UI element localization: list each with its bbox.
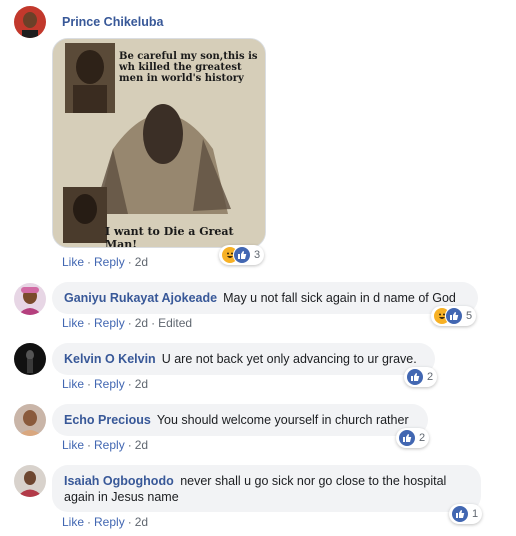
comment-actions: Like · Reply · 2d · Edited (62, 316, 193, 330)
comment-actions: Like · Reply · 2d (62, 255, 149, 269)
comment-actions: Like · Reply · 2d (62, 438, 149, 452)
comment-actions: Like · Reply · 2d (62, 515, 149, 529)
reaction-count: 2 (419, 432, 426, 444)
commenter-name[interactable]: Kelvin O Kelvin (64, 351, 156, 367)
reaction-count: 1 (472, 508, 479, 520)
avatar[interactable] (14, 6, 46, 38)
like-link[interactable]: Like (62, 316, 84, 330)
like-icon (451, 505, 469, 523)
avatar[interactable] (14, 343, 46, 375)
comment-actions: Like · Reply · 2d (62, 377, 149, 391)
avatar[interactable] (14, 465, 46, 497)
comment-bubble: Echo Precious You should welcome yoursel… (52, 404, 428, 436)
comment-bubble: Isaiah Ogboghodo never shall u go sick n… (52, 465, 481, 512)
reactions-summary[interactable]: 5 (431, 306, 477, 326)
commenter-name[interactable]: Echo Precious (64, 412, 151, 428)
like-icon (233, 246, 251, 264)
edited-label[interactable]: Edited (158, 316, 192, 330)
comment-text: U are not back yet only advancing to ur … (161, 352, 417, 366)
like-link[interactable]: Like (62, 377, 84, 391)
comment-bubble: Kelvin O Kelvin U are not back yet only … (52, 343, 435, 375)
like-link[interactable]: Like (62, 438, 84, 452)
timestamp[interactable]: 2d (135, 515, 148, 529)
reactions-summary[interactable]: 2 (396, 428, 430, 448)
avatar[interactable] (14, 404, 46, 436)
reply-link[interactable]: Reply (94, 316, 125, 330)
image-caption-top: Be careful my son,this is wh killed the … (119, 51, 258, 84)
commenter-name[interactable]: Isaiah Ogboghodo (64, 474, 174, 488)
like-link[interactable]: Like (62, 255, 84, 269)
timestamp[interactable]: 2d (135, 316, 148, 330)
comment-photo[interactable]: Be careful my son,this is wh killed the … (52, 38, 266, 248)
reply-link[interactable]: Reply (94, 438, 125, 452)
timestamp[interactable]: 2d (135, 377, 148, 391)
reactions-summary[interactable]: 3 (219, 245, 265, 265)
commenter-name[interactable]: Prince Chikeluba (62, 15, 163, 29)
reply-link[interactable]: Reply (94, 255, 125, 269)
timestamp[interactable]: 2d (135, 255, 148, 269)
comment-text: You should welcome yourself in church ra… (156, 413, 409, 427)
like-link[interactable]: Like (62, 515, 84, 529)
reply-link[interactable]: Reply (94, 377, 125, 391)
reactions-summary[interactable]: 1 (449, 504, 483, 524)
comment-text: May u not fall sick again in d name of G… (223, 291, 456, 305)
like-icon (445, 307, 463, 325)
reaction-count: 2 (427, 371, 434, 383)
like-icon (406, 368, 424, 386)
reactions-summary[interactable]: 2 (404, 367, 438, 387)
commenter-name[interactable]: Ganiyu Rukayat Ajokeade (64, 290, 217, 306)
timestamp[interactable]: 2d (135, 438, 148, 452)
comment-bubble: Ganiyu Rukayat Ajokeade May u not fall s… (52, 282, 478, 314)
reaction-count: 5 (466, 310, 473, 322)
reply-link[interactable]: Reply (94, 515, 125, 529)
reaction-count: 3 (254, 249, 261, 261)
like-icon (398, 429, 416, 447)
avatar[interactable] (14, 283, 46, 315)
